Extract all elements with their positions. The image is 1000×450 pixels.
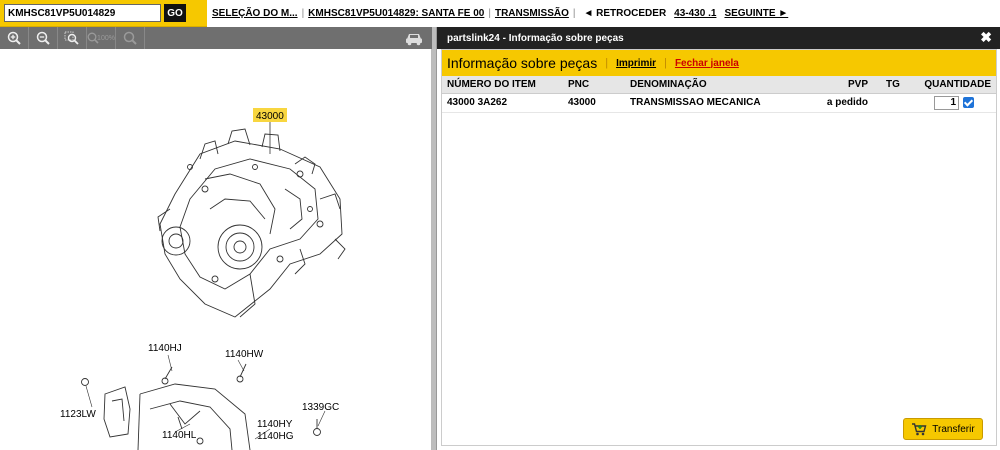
cart-icon — [912, 423, 927, 436]
zoom-area-icon[interactable] — [58, 27, 87, 49]
parts-diagram[interactable]: 43000 1140HJ 1140HW 1123LW 1339GC 1140HY… — [0, 49, 432, 450]
page-number-link[interactable]: 43-430 .1 — [674, 8, 716, 19]
select-checkbox[interactable] — [963, 97, 974, 108]
close-icon[interactable]: ✖ — [980, 30, 992, 44]
table-row[interactable]: 43000 3A262 43000 TRANSMISSAO MECANICA a… — [442, 93, 996, 113]
close-window-link[interactable]: Fechar janela — [675, 58, 739, 69]
zoom-in-icon[interactable] — [0, 27, 29, 49]
callout-1123lw[interactable]: 1123LW — [60, 409, 96, 420]
cell-quantity: 1 — [913, 93, 996, 113]
transfer-button[interactable]: Transferir — [903, 418, 983, 440]
parts-info-window: partslink24 - Informação sobre peças ✖ I… — [436, 27, 1000, 450]
callout-1339gc[interactable]: 1339GC — [302, 402, 339, 413]
col-quantity: QUANTIDADE — [913, 76, 996, 94]
parts-table: NÚMERO DO ITEM PNC DENOMINAÇÃO PVP TG QU… — [442, 76, 996, 113]
zoom-reset-icon[interactable]: 100% — [87, 27, 116, 49]
quantity-input[interactable]: 1 — [934, 95, 959, 110]
col-tg: TG — [873, 76, 913, 94]
col-item-number: NÚMERO DO ITEM — [442, 76, 563, 94]
cell-pnc: 43000 — [563, 93, 625, 113]
window-title: partslink24 - Informação sobre peças — [447, 32, 624, 44]
search-icon[interactable] — [116, 27, 145, 49]
cell-item-number: 43000 3A262 — [442, 93, 563, 113]
cell-tg — [873, 93, 913, 113]
vin-search-input[interactable] — [4, 4, 161, 22]
breadcrumb-group[interactable]: TRANSMISSÃO — [495, 8, 569, 19]
car-icon[interactable] — [404, 30, 424, 46]
parts-info-panel: Informação sobre peças | Imprimir | Fech… — [441, 49, 997, 446]
parts-info-header: Informação sobre peças | Imprimir | Fech… — [442, 50, 996, 76]
callout-1140hj[interactable]: 1140HJ — [148, 343, 182, 354]
callout-43000[interactable]: 43000 — [256, 111, 284, 122]
parts-info-heading: Informação sobre peças — [447, 55, 598, 71]
callout-1140hg[interactable]: 1140HG — [257, 431, 294, 442]
go-button[interactable]: GO — [164, 4, 186, 22]
breadcrumb-separator: | — [488, 8, 491, 19]
table-header-row: NÚMERO DO ITEM PNC DENOMINAÇÃO PVP TG QU… — [442, 76, 996, 94]
transmission-drawing — [157, 128, 346, 318]
breadcrumb-separator: | — [572, 8, 576, 19]
cell-pvp: a pedido — [811, 93, 873, 113]
next-page-link[interactable]: SEGUINTE ► — [724, 8, 788, 19]
callout-1140hy[interactable]: 1140HY — [257, 419, 293, 430]
previous-page-link[interactable]: ◄ RETROCEDER — [583, 8, 666, 19]
header-separator: | — [664, 57, 667, 69]
zoom-level-label: 100% — [97, 34, 115, 42]
breadcrumb-separator: | — [301, 8, 305, 19]
breadcrumb-model-selection[interactable]: SELEÇÃO DO M... — [212, 8, 298, 19]
col-name: DENOMINAÇÃO — [625, 76, 811, 94]
transfer-label: Transferir — [932, 423, 975, 435]
col-pnc: PNC — [563, 76, 625, 94]
breadcrumb-vehicle[interactable]: KMHSC81VP5U014829: SANTA FE 00 — [308, 8, 484, 19]
header-separator: | — [605, 57, 609, 69]
breadcrumb: SELEÇÃO DO M... | KMHSC81VP5U014829: SAN… — [207, 0, 1000, 27]
col-pvp: PVP — [811, 76, 873, 94]
diagram-toolbar: 100% — [0, 27, 432, 49]
callout-1140hw[interactable]: 1140HW — [225, 349, 264, 360]
cell-name: TRANSMISSAO MECANICA — [625, 93, 811, 113]
zoom-out-icon[interactable] — [29, 27, 58, 49]
print-link[interactable]: Imprimir — [616, 58, 656, 69]
window-titlebar[interactable]: partslink24 - Informação sobre peças ✖ — [437, 27, 1000, 49]
callout-1140hl[interactable]: 1140HL — [162, 430, 197, 441]
